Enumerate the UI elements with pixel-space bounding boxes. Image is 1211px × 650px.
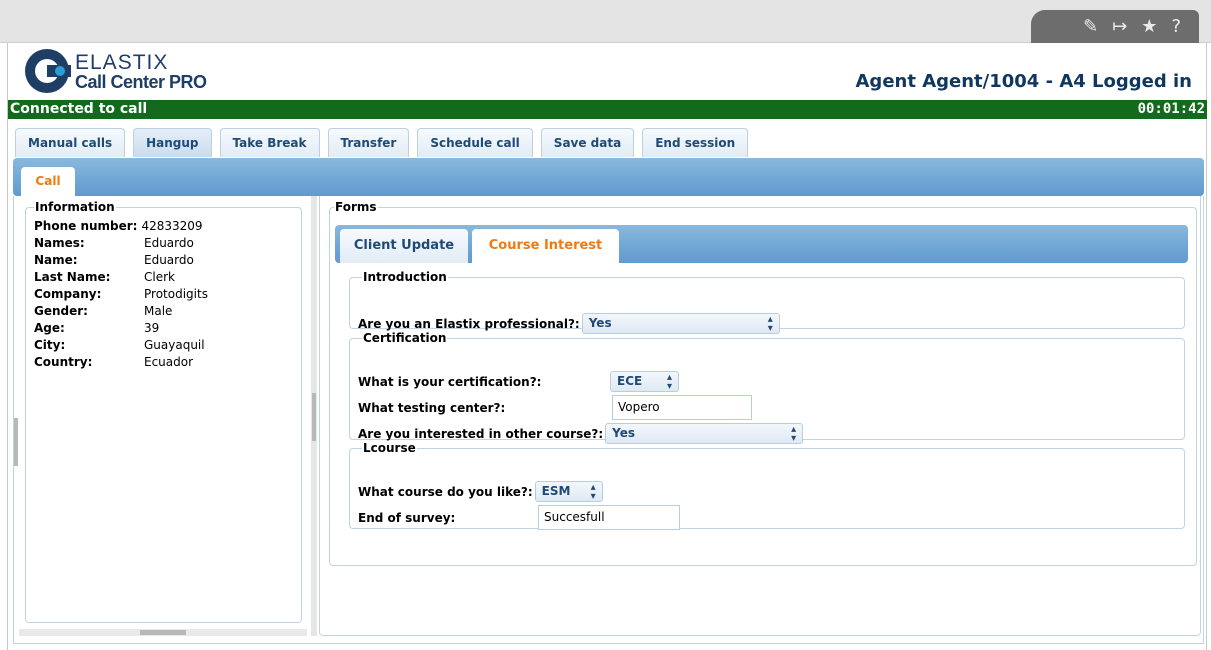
hangup-button[interactable]: Hangup: [133, 128, 212, 157]
logo-text: ELASTIX Call Center PRO: [75, 52, 207, 91]
select-value: ESM: [541, 484, 571, 498]
course-like-row: What course do you like?: ESM ▴ ▾: [358, 481, 603, 502]
call-status-text: Connected to call: [10, 101, 148, 117]
info-value: Guayaquil: [144, 338, 205, 352]
certification-section: Certification What is your certification…: [349, 331, 1185, 444]
information-fieldset: Information Phone number: 42833209 Names…: [25, 200, 302, 623]
tab-call[interactable]: Call: [21, 167, 75, 197]
scrollbar-thumb[interactable]: [140, 630, 186, 635]
agent-status-title: Agent Agent/1004 - A4 Logged in: [855, 71, 1193, 92]
logo-bottom-text: Call Center PRO: [75, 71, 207, 92]
call-tab-bar: Call: [13, 158, 1204, 197]
take-break-button[interactable]: Take Break: [219, 128, 320, 157]
form-tab-bar: Client Update Course Interest: [335, 225, 1188, 263]
info-row: Name: Eduardo: [34, 252, 293, 269]
call-status-bar: Connected to call 00:01:42: [8, 100, 1207, 119]
star-icon[interactable]: ★: [1141, 17, 1157, 36]
info-value: Ecuador: [144, 355, 194, 369]
info-key: Names:: [34, 236, 85, 250]
transfer-button[interactable]: Transfer: [327, 128, 410, 157]
splitter-grip[interactable]: [312, 393, 316, 441]
logo: ELASTIX Call Center PRO: [25, 49, 207, 93]
info-row: Country: Ecuador: [34, 354, 293, 371]
edit-icon[interactable]: ✎: [1083, 17, 1098, 36]
agent-toolbar: Manual calls Hangup Take Break Transfer …: [15, 128, 749, 157]
elastix-professional-label: Are you an Elastix professional?:: [358, 316, 580, 331]
info-row-phone: Phone number: 42833209: [34, 218, 293, 235]
information-legend: Information: [35, 200, 115, 214]
other-course-label: Are you interested in other course?:: [358, 426, 604, 441]
introduction-section: Introduction Are you an Elastix professi…: [349, 270, 1185, 334]
lcourse-legend: Lcourse: [363, 441, 416, 455]
info-value: 42833209: [141, 219, 203, 233]
info-row: Last Name: Clerk: [34, 269, 293, 286]
testing-center-row: What testing center?: Vopero: [358, 395, 752, 420]
testing-center-label: What testing center?:: [358, 400, 506, 415]
info-value: Clerk: [144, 270, 175, 284]
course-like-label: What course do you like?:: [358, 484, 533, 499]
top-icon-group: ✎ ↦ ★ ?: [1031, 10, 1199, 43]
info-key: Phone number:: [34, 219, 138, 233]
tab-course-interest[interactable]: Course Interest: [472, 229, 619, 263]
info-key: Age:: [34, 321, 65, 335]
end-of-survey-label: End of survey:: [358, 510, 456, 525]
call-content: Information Phone number: 42833209 Names…: [13, 196, 1204, 644]
testing-center-input[interactable]: Vopero: [612, 395, 752, 420]
info-row: City: Guayaquil: [34, 337, 293, 354]
help-icon[interactable]: ?: [1171, 17, 1181, 36]
info-key: City:: [34, 338, 66, 352]
certification-legend: Certification: [363, 331, 447, 345]
exit-icon[interactable]: ↦: [1112, 17, 1127, 36]
app-frame: ELASTIX Call Center PRO Agent Agent/1004…: [7, 43, 1207, 650]
select-arrows-icon: ▴ ▾: [590, 482, 596, 502]
info-row: Names: Eduardo: [34, 235, 293, 252]
end-of-survey-input[interactable]: Succesfull: [538, 505, 680, 530]
pane-splitter[interactable]: [311, 196, 317, 636]
info-value: 39: [144, 321, 160, 335]
forms-pane: Forms Client Update Course Interest Intr…: [319, 196, 1201, 636]
certification-label: What is your certification?:: [358, 374, 542, 389]
forms-fieldset: Forms Client Update Course Interest Intr…: [329, 200, 1197, 566]
certification-select[interactable]: ECE ▴ ▾: [610, 371, 679, 392]
introduction-legend: Introduction: [363, 270, 447, 284]
info-key: Gender:: [34, 304, 88, 318]
info-key: Company:: [34, 287, 102, 301]
end-session-button[interactable]: End session: [642, 128, 749, 157]
lcourse-section: Lcourse What course do you like?: ESM ▴ ▾…: [349, 441, 1185, 530]
info-row: Company: Protodigits: [34, 286, 293, 303]
schedule-call-button[interactable]: Schedule call: [417, 128, 533, 157]
save-data-button[interactable]: Save data: [540, 128, 635, 157]
manual-calls-button[interactable]: Manual calls: [15, 128, 126, 157]
info-row: Age: 39: [34, 320, 293, 337]
info-key: Country:: [34, 355, 93, 369]
info-row: Gender: Male: [34, 303, 293, 320]
info-key: Name:: [34, 253, 78, 267]
browser-top-strip: ✎ ↦ ★ ?: [0, 0, 1211, 43]
end-of-survey-row: End of survey: Succesfull: [358, 505, 680, 530]
call-timer: 00:01:42: [1137, 101, 1205, 117]
select-value: ECE: [617, 374, 643, 388]
info-value: Eduardo: [144, 253, 194, 267]
logo-top-text: ELASTIX: [75, 50, 169, 74]
info-value: Eduardo: [144, 236, 194, 250]
forms-legend: Forms: [335, 200, 377, 214]
info-value: Male: [144, 304, 173, 318]
select-value: Yes: [612, 426, 636, 440]
tab-client-update[interactable]: Client Update: [340, 229, 468, 263]
info-value: Protodigits: [144, 287, 208, 301]
course-like-select[interactable]: ESM ▴ ▾: [534, 481, 603, 502]
select-value: Yes: [588, 316, 612, 330]
select-arrows-icon: ▴ ▾: [666, 372, 672, 392]
information-pane: Information Phone number: 42833209 Names…: [14, 196, 311, 636]
logo-mark: [25, 49, 71, 93]
left-splitter-grip[interactable]: [14, 418, 18, 466]
info-key: Last Name:: [34, 270, 111, 284]
information-horizontal-scrollbar[interactable]: [19, 629, 307, 636]
certification-row: What is your certification?: ECE ▴ ▾: [358, 371, 679, 392]
